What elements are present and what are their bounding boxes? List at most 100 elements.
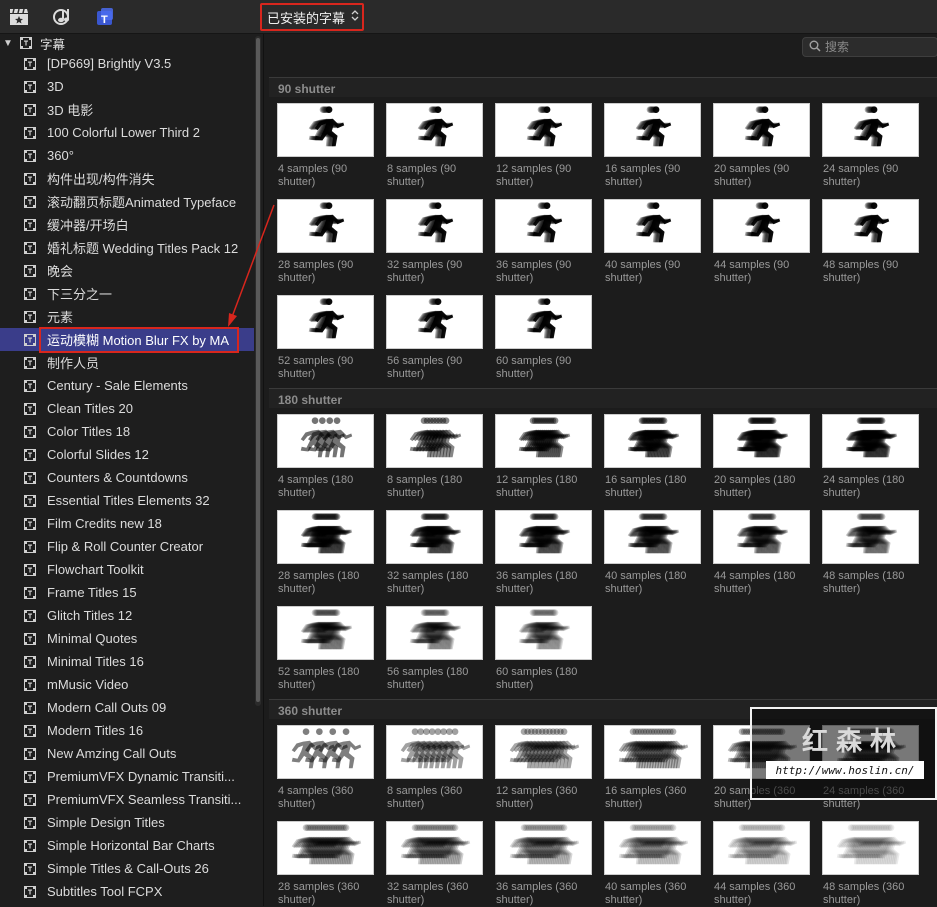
tile-thumbnail[interactable] xyxy=(604,821,701,875)
sidebar-item[interactable]: Modern Call Outs 09 xyxy=(0,696,254,719)
sidebar-item[interactable]: Flip & Roll Counter Creator xyxy=(0,535,254,558)
sidebar-item[interactable]: 3D 电影 xyxy=(0,98,254,121)
tile-thumbnail[interactable] xyxy=(495,821,592,875)
tile-thumbnail[interactable] xyxy=(713,510,810,564)
title-tile[interactable]: 4 samples (360 shutter) xyxy=(277,725,374,811)
tile-thumbnail[interactable] xyxy=(386,414,483,468)
sidebar-item[interactable]: 构件出现/构件消失 xyxy=(0,167,254,190)
tile-thumbnail[interactable] xyxy=(386,199,483,253)
tile-thumbnail[interactable] xyxy=(495,725,592,779)
sidebar-item[interactable]: Color Titles 18 xyxy=(0,420,254,443)
titles-filter-dropdown[interactable]: 已安装的字幕 xyxy=(260,3,364,31)
title-tile[interactable]: 32 samples (180 shutter) xyxy=(386,510,483,596)
title-tile[interactable]: 60 samples (180 shutter) xyxy=(495,606,592,692)
title-tile[interactable]: 60 samples (90 shutter) xyxy=(495,295,592,381)
tile-thumbnail[interactable] xyxy=(277,725,374,779)
title-tile[interactable]: 12 samples (360 shutter) xyxy=(495,725,592,811)
tile-thumbnail[interactable] xyxy=(604,414,701,468)
sidebar-item[interactable]: Modern Titles 16 xyxy=(0,719,254,742)
tile-thumbnail[interactable] xyxy=(822,510,919,564)
title-tile[interactable]: 4 samples (90 shutter) xyxy=(277,103,374,189)
sidebar-item[interactable]: Glitch Titles 12 xyxy=(0,604,254,627)
title-tile[interactable]: 40 samples (360 shutter) xyxy=(604,821,701,907)
sidebar-item[interactable]: Flowchart Toolkit xyxy=(0,558,254,581)
tile-thumbnail[interactable] xyxy=(604,725,701,779)
tile-thumbnail[interactable] xyxy=(495,606,592,660)
title-tile[interactable]: 36 samples (360 shutter) xyxy=(495,821,592,907)
title-tile[interactable]: 52 samples (90 shutter) xyxy=(277,295,374,381)
title-tile[interactable]: 48 samples (360 shutter) xyxy=(822,821,919,907)
music-notes-icon[interactable] xyxy=(52,7,74,27)
sidebar-item[interactable]: Frame Titles 15 xyxy=(0,581,254,604)
title-tile[interactable]: 4 samples (180 shutter) xyxy=(277,414,374,500)
sidebar-item[interactable]: 360° xyxy=(0,144,254,167)
sidebar-item[interactable]: mMusic Video xyxy=(0,673,254,696)
search-input[interactable] xyxy=(825,40,925,54)
tile-thumbnail[interactable] xyxy=(386,103,483,157)
title-tile[interactable]: 32 samples (360 shutter) xyxy=(386,821,483,907)
sidebar-item[interactable]: 下三分之一 xyxy=(0,282,254,305)
tile-thumbnail[interactable] xyxy=(604,103,701,157)
title-tile[interactable]: 44 samples (180 shutter) xyxy=(713,510,810,596)
title-tile[interactable]: 48 samples (90 shutter) xyxy=(822,199,919,285)
sidebar-item[interactable]: Colorful Slides 12 xyxy=(0,443,254,466)
title-tile[interactable]: 8 samples (90 shutter) xyxy=(386,103,483,189)
tile-thumbnail[interactable] xyxy=(713,199,810,253)
tile-thumbnail[interactable] xyxy=(495,510,592,564)
sidebar-item[interactable]: 晚会 xyxy=(0,259,254,282)
sidebar-item[interactable]: Film Credits new 18 xyxy=(0,512,254,535)
search-field[interactable] xyxy=(802,37,937,57)
title-tile[interactable]: 56 samples (90 shutter) xyxy=(386,295,483,381)
title-tile[interactable]: 12 samples (90 shutter) xyxy=(495,103,592,189)
tile-thumbnail[interactable] xyxy=(277,510,374,564)
title-tile[interactable]: 48 samples (180 shutter) xyxy=(822,510,919,596)
tile-thumbnail[interactable] xyxy=(713,414,810,468)
tile-thumbnail[interactable] xyxy=(277,103,374,157)
sidebar-item[interactable]: Century - Sale Elements xyxy=(0,374,254,397)
tile-thumbnail[interactable] xyxy=(277,606,374,660)
title-tile[interactable]: 16 samples (90 shutter) xyxy=(604,103,701,189)
title-tile[interactable]: 20 samples (180 shutter) xyxy=(713,414,810,500)
sidebar-item[interactable]: 制作人员 xyxy=(0,351,254,374)
sidebar-item[interactable]: 运动模糊 Motion Blur FX by MA xyxy=(0,326,254,353)
sidebar-item[interactable]: PremiumVFX Seamless Transiti... xyxy=(0,788,254,811)
title-tile[interactable]: 28 samples (90 shutter) xyxy=(277,199,374,285)
sidebar-item[interactable]: New Amzing Call Outs xyxy=(0,742,254,765)
title-tile[interactable]: 8 samples (360 shutter) xyxy=(386,725,483,811)
tile-thumbnail[interactable] xyxy=(822,199,919,253)
sidebar-item[interactable]: Minimal Quotes xyxy=(0,627,254,650)
tile-thumbnail[interactable] xyxy=(604,510,701,564)
title-tile[interactable]: 32 samples (90 shutter) xyxy=(386,199,483,285)
sidebar-item[interactable]: 元素 xyxy=(0,305,254,328)
title-tile[interactable]: 28 samples (360 shutter) xyxy=(277,821,374,907)
tile-thumbnail[interactable] xyxy=(277,199,374,253)
tile-thumbnail[interactable] xyxy=(277,414,374,468)
title-tile[interactable]: 12 samples (180 shutter) xyxy=(495,414,592,500)
tile-thumbnail[interactable] xyxy=(495,414,592,468)
title-tile[interactable]: 24 samples (180 shutter) xyxy=(822,414,919,500)
tile-thumbnail[interactable] xyxy=(277,821,374,875)
title-tile[interactable]: 40 samples (90 shutter) xyxy=(604,199,701,285)
sidebar-item[interactable]: 100 Colorful Lower Third 2 xyxy=(0,121,254,144)
tile-thumbnail[interactable] xyxy=(495,103,592,157)
sidebar-item[interactable]: 3D xyxy=(0,75,254,98)
title-tile[interactable]: 52 samples (180 shutter) xyxy=(277,606,374,692)
tile-thumbnail[interactable] xyxy=(822,103,919,157)
sidebar-item[interactable]: Counters & Countdowns xyxy=(0,466,254,489)
title-tile[interactable]: 56 samples (180 shutter) xyxy=(386,606,483,692)
tile-thumbnail[interactable] xyxy=(822,821,919,875)
title-tile[interactable]: 36 samples (180 shutter) xyxy=(495,510,592,596)
sidebar-item[interactable]: Clean Titles 20 xyxy=(0,397,254,420)
sidebar-item[interactable]: 滚动翻页标题Animated Typeface xyxy=(0,190,254,213)
tile-thumbnail[interactable] xyxy=(713,103,810,157)
sidebar-item[interactable]: Minimal Titles 16 xyxy=(0,650,254,673)
sidebar-item[interactable]: Simple Design Titles xyxy=(0,811,254,834)
sidebar-item[interactable]: Subtitles Tool FCPX xyxy=(0,880,254,903)
title-tile[interactable]: 44 samples (360 shutter) xyxy=(713,821,810,907)
sidebar-item[interactable]: Simple Titles & Call-Outs 26 xyxy=(0,857,254,880)
tile-thumbnail[interactable] xyxy=(386,606,483,660)
tile-thumbnail[interactable] xyxy=(386,821,483,875)
tile-thumbnail[interactable] xyxy=(822,414,919,468)
sidebar-item[interactable]: Essential Titles Elements 32 xyxy=(0,489,254,512)
title-tile[interactable]: 28 samples (180 shutter) xyxy=(277,510,374,596)
